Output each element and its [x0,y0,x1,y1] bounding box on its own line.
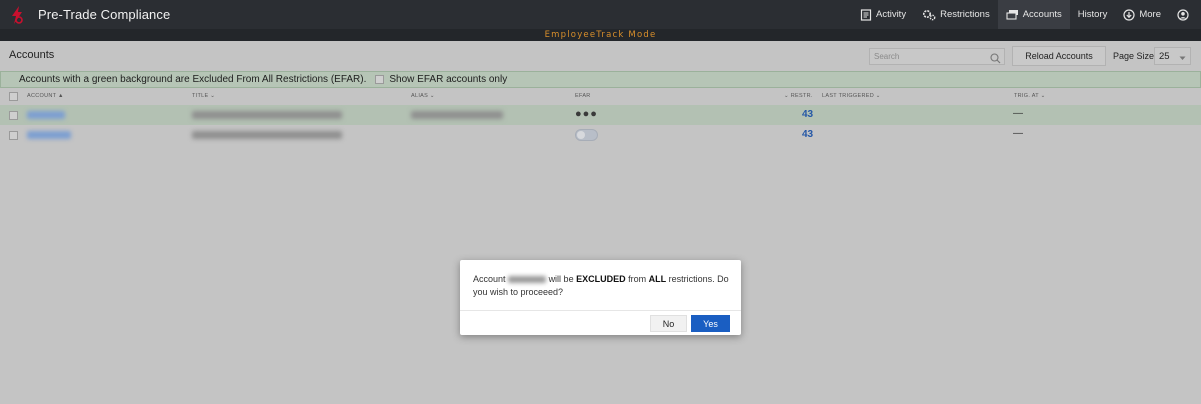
activity-icon [860,8,872,21]
mode-banner: EmployeeTrack Mode [0,29,1201,41]
column-header-trig-at-label: TRIG. AT [1014,93,1039,99]
page-title: Accounts [9,49,55,61]
toggle-knob [577,131,585,139]
title-redacted [192,131,342,139]
search-input[interactable] [870,52,984,61]
yes-button[interactable]: Yes [691,315,730,332]
account-link-redacted[interactable] [27,131,71,139]
nav-history[interactable]: History [1070,0,1116,29]
column-header-restr[interactable]: ⌄ RESTR. [784,93,813,99]
mode-banner-text: EmployeeTrack Mode [544,30,657,40]
table-row[interactable]: 43 — [0,125,1201,145]
loading-dots-icon: ●●● [575,108,598,120]
dialog-msg-excluded: EXCLUDED [576,274,626,284]
restr-count-link[interactable]: 43 [802,129,813,140]
dialog-msg-all: ALL [648,274,667,284]
user-icon [1177,8,1189,21]
column-header-trig-at[interactable]: TRIG. AT ⌄ [1014,93,1046,99]
dialog-msg-prefix: Account [473,274,506,284]
nav-more[interactable]: More [1115,0,1169,29]
column-header-account[interactable]: ACCOUNT ▲ [27,93,64,99]
confirm-dialog-message: Account will be EXCLUDED from ALL restri… [473,273,733,298]
column-header-title-label: TITLE [192,93,209,99]
column-header-alias[interactable]: ALIAS ⌄ [411,93,435,99]
nav-accounts-label: Accounts [1022,9,1062,20]
table-row[interactable]: ●●● 43 — [0,105,1201,125]
restr-count-link[interactable]: 43 [802,109,813,120]
accounts-icon [1006,9,1019,21]
search-box [869,48,1005,65]
column-header-efar-label: EFAR [575,93,591,99]
page-size-label: Page Size [1113,51,1155,61]
column-header-account-label: ACCOUNT [27,93,57,99]
trig-at-value: — [1013,108,1023,119]
app-title: Pre-Trade Compliance [38,7,171,22]
select-all-checkbox[interactable] [9,92,18,101]
chevron-down-icon [1179,53,1186,64]
account-link-redacted[interactable] [27,111,65,119]
title-redacted [192,111,342,119]
table-header: ACCOUNT ▲ TITLE ⌄ ALIAS ⌄ EFAR ⌄ RESTR. … [0,89,1201,104]
row-checkbox[interactable] [9,111,18,120]
trig-at-value: — [1013,128,1023,139]
alias-redacted [411,111,503,119]
nav-more-label: More [1139,9,1161,20]
column-header-title[interactable]: TITLE ⌄ [192,93,215,99]
reload-accounts-button[interactable]: Reload Accounts [1012,46,1106,66]
nav-activity-label: Activity [875,9,907,20]
show-efar-checkbox-label[interactable]: Show EFAR accounts only [389,74,507,85]
efar-toggle[interactable] [575,129,598,141]
dialog-divider [460,310,741,311]
dialog-msg-from: from [628,274,647,284]
more-icon [1123,8,1135,21]
nav-activity[interactable]: Activity [852,0,914,29]
page-size-select[interactable]: 25 [1154,47,1191,65]
column-header-alias-label: ALIAS [411,93,429,99]
efar-banner: Accounts with a green background are Exc… [0,71,1201,88]
search-icon[interactable] [990,51,1001,69]
restrictions-icon [922,9,936,21]
dialog-msg-will-be: will be [548,274,574,284]
main-nav: Activity Restrictions Accounts History M… [852,0,1201,29]
column-header-last-triggered[interactable]: LAST TRIGGERED ⌄ [822,93,881,99]
column-header-last-triggered-label: LAST TRIGGERED [822,93,874,99]
top-bar: Pre-Trade Compliance Activity Restrictio… [0,0,1201,29]
nav-user[interactable] [1169,0,1201,29]
confirm-dialog: Account will be EXCLUDED from ALL restri… [460,260,741,335]
show-efar-checkbox[interactable] [375,75,385,84]
page-header: Accounts Reload Accounts Page Size 25 [0,41,1201,71]
page-size-value: 25 [1159,50,1170,62]
nav-restrictions[interactable]: Restrictions [914,0,998,29]
nav-restrictions-label: Restrictions [940,9,990,20]
row-checkbox[interactable] [9,131,18,140]
nav-accounts[interactable]: Accounts [997,0,1070,29]
no-button[interactable]: No [650,315,687,332]
account-number-redacted [508,276,547,284]
nav-history-label: History [1077,9,1108,20]
column-header-efar[interactable]: EFAR [575,93,591,99]
efar-banner-text: Accounts with a green background are Exc… [19,74,367,85]
brand-logo-icon[interactable] [8,4,26,26]
column-header-restr-label: RESTR. [790,93,813,99]
